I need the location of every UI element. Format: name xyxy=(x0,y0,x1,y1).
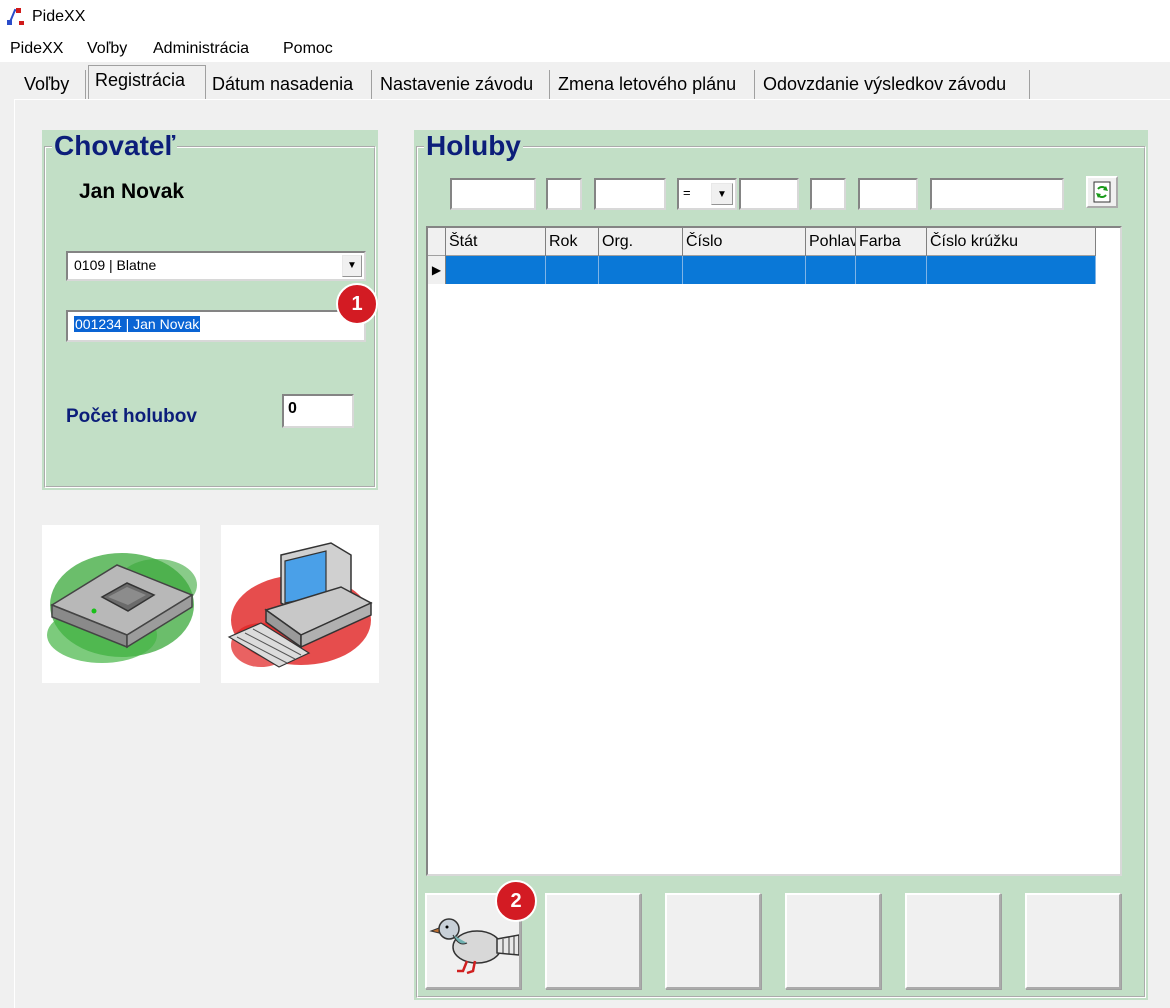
tab-strip: Voľby Registrácia Dátum nasadenia Nastav… xyxy=(0,62,1170,100)
filter-year-input[interactable] xyxy=(546,178,582,210)
col-header-pohlavie[interactable]: Pohlavie xyxy=(806,228,856,256)
row-pointer-icon: ▶ xyxy=(428,256,446,284)
breeder-select-value: 001234 | Jan Novak xyxy=(74,316,201,332)
menu-administracia[interactable]: Administrácia xyxy=(153,40,249,58)
filter-state-input[interactable] xyxy=(450,178,536,210)
table-cell[interactable] xyxy=(806,256,856,284)
grid-corner xyxy=(428,228,446,256)
menu-pomoc[interactable]: Pomoc xyxy=(283,40,333,58)
pigeon-count-field[interactable]: 0 xyxy=(282,394,354,428)
club-select-value: 0109 | Blatne xyxy=(74,257,157,273)
title-bar: PideXX xyxy=(0,0,1170,36)
filter-ring-input[interactable] xyxy=(930,178,1064,210)
computer-icon xyxy=(227,542,373,668)
refresh-icon xyxy=(1093,181,1111,203)
pigeons-panel-title: Holuby xyxy=(424,130,523,161)
annotation-badge-2: 2 xyxy=(495,880,537,922)
computer-button[interactable] xyxy=(221,525,379,683)
menu-pidexx[interactable]: PideXX xyxy=(10,40,63,58)
tab-nastavenie-zavodu[interactable]: Nastavenie závodu xyxy=(374,70,550,100)
tab-registracia[interactable]: Registrácia xyxy=(88,65,206,100)
menu-bar: PideXX Voľby Administrácia Pomoc xyxy=(0,36,1170,62)
filter-sex-input[interactable] xyxy=(810,178,846,210)
refresh-button[interactable] xyxy=(1086,176,1118,208)
clock-device-button[interactable] xyxy=(42,525,200,683)
breeder-panel-title: Chovateľ xyxy=(52,130,178,161)
pidexx-app-icon xyxy=(7,8,24,25)
tab-odovzdanie-vysledkov[interactable]: Odovzdanie výsledkov závodu xyxy=(757,70,1030,100)
action-button-3[interactable] xyxy=(665,893,761,989)
pigeon-count-label: Počet holubov xyxy=(66,406,197,427)
filter-org-input[interactable] xyxy=(594,178,666,210)
grid-header: Štát Rok Org. Číslo Pohlavie Farba Číslo… xyxy=(428,228,1096,256)
table-cell[interactable] xyxy=(927,256,1096,284)
window-title: PideXX xyxy=(32,8,86,25)
table-cell[interactable] xyxy=(599,256,683,284)
pigeon-clock-device-icon xyxy=(47,553,197,663)
tab-zmena-letoveho-planu[interactable]: Zmena letového plánu xyxy=(552,70,755,100)
table-cell[interactable] xyxy=(683,256,806,284)
action-button-5[interactable] xyxy=(905,893,1001,989)
action-button-6[interactable] xyxy=(1025,893,1121,989)
col-header-farba[interactable]: Farba xyxy=(856,228,927,256)
chevron-down-icon[interactable]: ▼ xyxy=(711,183,733,205)
breeder-name: Jan Novak xyxy=(79,180,185,203)
menu-volby[interactable]: Voľby xyxy=(87,40,127,58)
filter-color-input[interactable] xyxy=(858,178,918,210)
table-cell[interactable] xyxy=(546,256,599,284)
tab-volby[interactable]: Voľby xyxy=(18,70,86,100)
club-select[interactable]: 0109 | Blatne ▼ xyxy=(66,251,366,281)
table-cell[interactable] xyxy=(856,256,927,284)
breeder-select[interactable]: 001234 | Jan Novak xyxy=(66,310,366,342)
col-header-cislo-kruzku[interactable]: Číslo krúžku xyxy=(927,228,1096,256)
chevron-down-icon[interactable]: ▼ xyxy=(342,255,362,277)
filter-operator-value: = xyxy=(683,185,691,200)
action-button-4[interactable] xyxy=(785,893,881,989)
col-header-stat[interactable]: Štát xyxy=(446,228,546,256)
filter-number-input[interactable] xyxy=(739,178,799,210)
col-header-org[interactable]: Org. xyxy=(599,228,683,256)
action-button-2[interactable] xyxy=(545,893,641,989)
col-header-cislo[interactable]: Číslo xyxy=(683,228,806,256)
table-cell[interactable] xyxy=(446,256,546,284)
annotation-badge-1: 1 xyxy=(336,283,378,325)
table-row[interactable]: ▶ xyxy=(428,256,1096,284)
col-header-rok[interactable]: Rok xyxy=(546,228,599,256)
pigeons-grid[interactable]: Štát Rok Org. Číslo Pohlavie Farba Číslo… xyxy=(426,226,1122,876)
tab-datum-nasadenia[interactable]: Dátum nasadenia xyxy=(206,70,372,100)
filter-operator-select[interactable]: = ▼ xyxy=(677,178,737,210)
